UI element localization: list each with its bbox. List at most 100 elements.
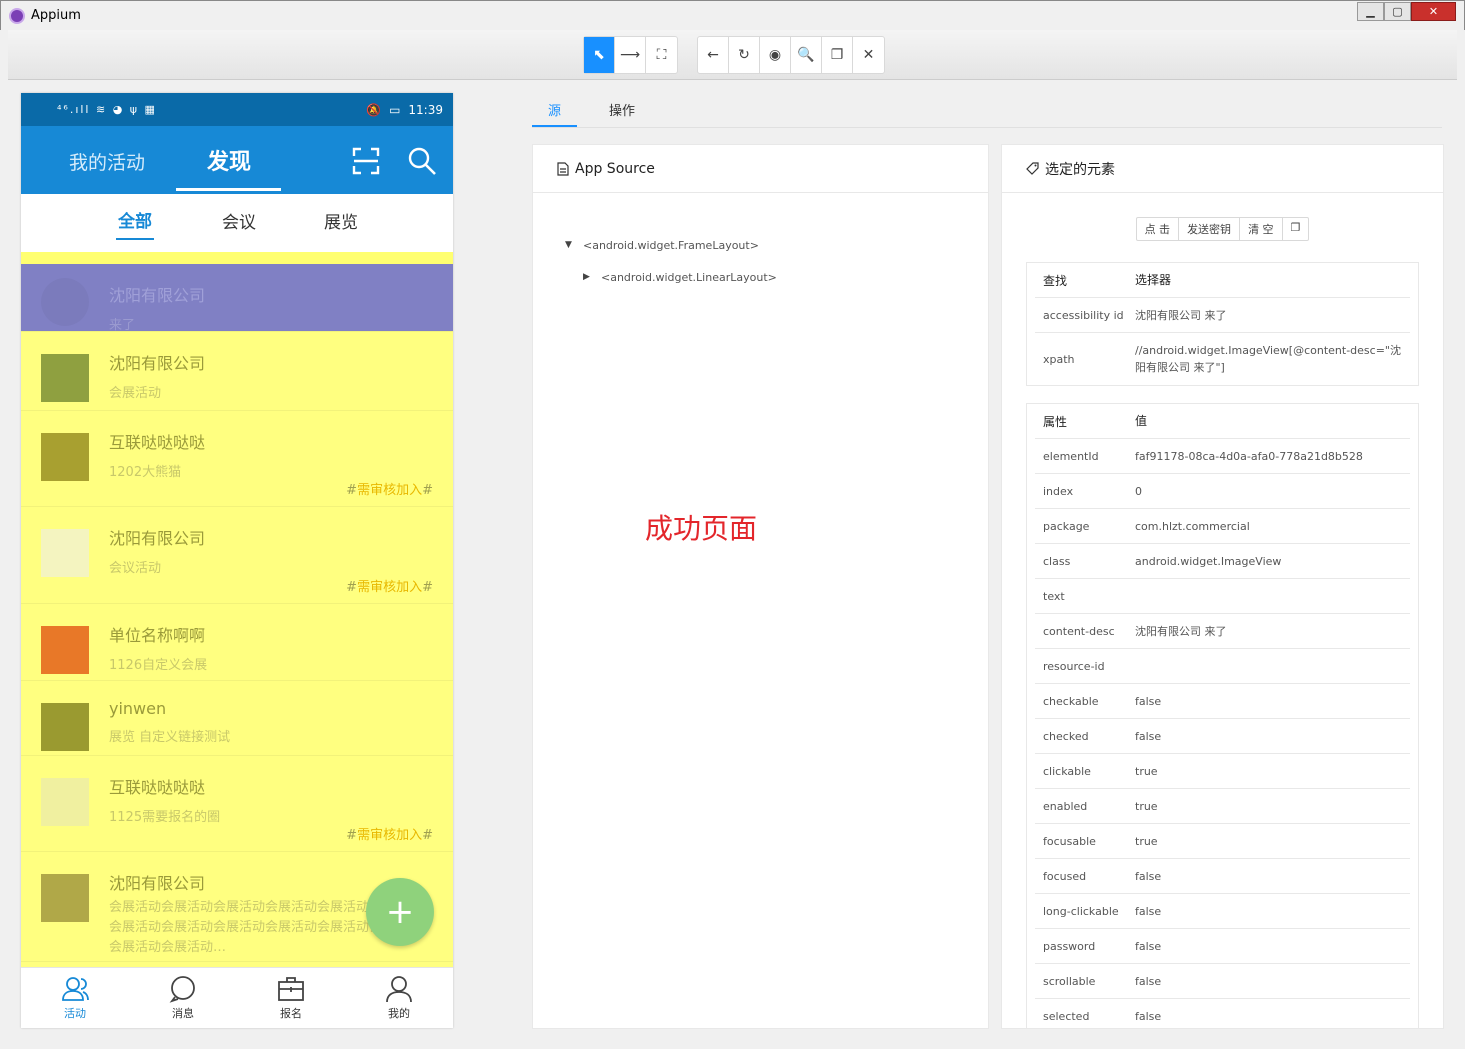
find-row: accessibility id 沈阳有限公司 来了 (1035, 298, 1410, 333)
list-item[interactable]: 沈阳有限公司 来了 (21, 264, 453, 333)
search-icon[interactable] (407, 146, 437, 176)
caret-down-icon[interactable]: ▼ (565, 240, 583, 250)
quit-session-button[interactable]: ✕ (853, 37, 884, 73)
item-title: 沈阳有限公司 (109, 529, 206, 548)
attribute-row: focused false (1035, 859, 1410, 894)
refresh-button[interactable]: ↻ (729, 37, 760, 73)
nav-messages[interactable]: 消息 (129, 968, 237, 1028)
briefcase-icon (278, 977, 304, 1001)
device-screenshot[interactable]: ⁴⁶.ıll ≋ ◕ ψ ▦ 🔕 ▭ 11:39 我的活动 发现 全部 会议 展… (21, 93, 453, 1028)
file-icon (557, 161, 569, 176)
nav-activities[interactable]: 活动 (21, 968, 129, 1028)
item-title: 互联哒哒哒哒 (109, 778, 206, 797)
element-actions: 点 击 发送密钥 清 空 ❐ (1002, 217, 1443, 241)
attribute-value[interactable]: //android.widget.ImageView[@content-desc… (1135, 338, 1410, 380)
list-item[interactable]: 沈阳有限公司 会展活动 (21, 332, 453, 411)
list-item[interactable]: 沈阳有限公司 会议活动 #需审核加入# (21, 507, 453, 604)
attribute-value[interactable]: false (1135, 969, 1410, 994)
selected-element-panel: 选定的元素 点 击 发送密钥 清 空 ❐ 查找 选择器 accessibilit… (1001, 144, 1444, 1029)
tab-actions[interactable]: 操作 (593, 100, 651, 127)
selector-head-label: 选择器 (1135, 272, 1172, 287)
tab-my-activities[interactable]: 我的活动 (69, 148, 145, 175)
minimize-button[interactable]: ▁ (1357, 2, 1384, 21)
list-item[interactable]: yinwen 展览 自定义链接测试 (21, 681, 453, 756)
find-by-table: 查找 选择器 accessibility id 沈阳有限公司 来了 xpath //a… (1026, 262, 1419, 386)
nav-mine-label: 我的 (388, 1007, 410, 1020)
tag-icon (1026, 162, 1039, 175)
list-item[interactable]: 单位名称啊啊 1126自定义会展 (21, 604, 453, 681)
nav-activities-label: 活动 (64, 1007, 86, 1020)
maximize-button[interactable]: ▢ (1384, 2, 1411, 21)
attribute-value[interactable] (1135, 592, 1410, 600)
attribute-name: checkable (1043, 694, 1099, 708)
item-title: 互联哒哒哒哒 (109, 433, 206, 452)
attribute-name: content-desc (1043, 624, 1115, 638)
tap-button[interactable]: 点 击 (1137, 218, 1180, 240)
attribute-value[interactable]: true (1135, 794, 1410, 819)
attribute-value[interactable]: false (1135, 934, 1410, 959)
attribute-value[interactable]: false (1135, 689, 1410, 714)
item-title: 沈阳有限公司 (109, 286, 206, 305)
attribute-row: class android.widget.ImageView (1035, 544, 1410, 579)
swipe-button[interactable]: ⟶ (615, 37, 646, 73)
find-head-label: 查找 (1043, 273, 1068, 288)
attribute-value[interactable]: true (1135, 759, 1410, 784)
item-title: 沈阳有限公司 (109, 354, 206, 373)
list-item[interactable]: 互联哒哒哒哒 1202大熊猫 #需审核加入# (21, 411, 453, 507)
attribute-value[interactable]: false (1135, 899, 1410, 924)
search-element-button[interactable]: 🔍 (791, 37, 822, 73)
battery-icon: ▭ (389, 102, 401, 117)
tree-node-framelayout[interactable]: ▼ <android.widget.FrameLayout> (565, 229, 988, 261)
attribute-value[interactable]: faf91178-08ca-4d0a-afa0-778a21d8b528 (1135, 444, 1410, 469)
tree-node-label[interactable]: <android.widget.LinearLayout> (601, 271, 777, 284)
attribute-value[interactable]: false (1135, 864, 1410, 889)
attribute-value[interactable]: 沈阳有限公司 来了 (1135, 619, 1410, 644)
attribute-value[interactable]: true (1135, 829, 1410, 854)
attribute-value[interactable]: false (1135, 1004, 1410, 1028)
tab-discover[interactable]: 发现 (207, 144, 251, 176)
attribute-row: checkable false (1035, 684, 1410, 719)
attribute-row: enabled true (1035, 789, 1410, 824)
tap-by-coordinates-button[interactable]: ⛶ (646, 37, 677, 73)
copy-attributes-icon[interactable]: ❐ (1283, 218, 1309, 240)
tab-source[interactable]: 源 (532, 100, 578, 127)
item-subtitle: 1202大熊猫 (109, 465, 182, 480)
nav-register[interactable]: 报名 (237, 968, 345, 1028)
item-subtitle: 来了 (109, 318, 136, 333)
attribute-row: text (1035, 579, 1410, 614)
attribute-value[interactable]: android.widget.ImageView (1135, 549, 1410, 574)
list-item[interactable]: 互联哒哒哒哒 1125需要报名的圈 #需审核加入# (21, 756, 453, 852)
attribute-value[interactable]: 0 (1135, 479, 1410, 504)
attribute-row: focusable true (1035, 824, 1410, 859)
nav-messages-label: 消息 (172, 1007, 194, 1020)
item-title: 单位名称啊啊 (109, 626, 206, 645)
tree-node-label[interactable]: <android.widget.FrameLayout> (583, 239, 759, 252)
nav-mine[interactable]: 我的 (345, 968, 453, 1028)
activity-list[interactable]: 沈阳有限公司 来了 沈阳有限公司 会展活动 互联哒哒哒哒 1202大熊猫 #需审核加入# 沈阳… (21, 252, 453, 967)
subtab-meeting[interactable]: 会议 (222, 208, 256, 239)
subtab-exhibition[interactable]: 展览 (324, 208, 358, 239)
copy-xml-button[interactable]: ❐ (822, 37, 853, 73)
attribute-name: class (1043, 554, 1071, 568)
scan-icon[interactable] (351, 146, 381, 176)
caret-right-icon[interactable]: ▶ (583, 272, 601, 282)
tab-indicator (176, 188, 281, 191)
attribute-name: resource-id (1043, 659, 1105, 673)
nav-register-label: 报名 (280, 1007, 302, 1020)
find-table-header: 查找 选择器 (1035, 263, 1410, 298)
start-recording-button[interactable]: ◉ (760, 37, 791, 73)
attributes-table: 属性 值 elementId faf91178-08ca-4d0a-afa0-77… (1026, 403, 1419, 1028)
tree-node-linearlayout[interactable]: ▶ <android.widget.LinearLayout> (565, 261, 988, 293)
clear-button[interactable]: 清 空 (1240, 218, 1283, 240)
select-element-button[interactable]: ⬉ (584, 37, 615, 73)
attribute-value[interactable] (1135, 662, 1410, 670)
attribute-value[interactable]: 沈阳有限公司 来了 (1135, 303, 1410, 328)
appium-logo-icon (9, 8, 25, 24)
send-keys-button[interactable]: 发送密钥 (1179, 218, 1241, 240)
attribute-value[interactable]: false (1135, 724, 1410, 749)
add-fab-button[interactable]: + (366, 878, 434, 946)
close-window-button[interactable]: ✕ (1411, 2, 1456, 21)
subtab-all[interactable]: 全部 (116, 207, 154, 240)
attribute-value[interactable]: com.hlzt.commercial (1135, 514, 1410, 539)
back-button[interactable]: ← (698, 37, 729, 73)
